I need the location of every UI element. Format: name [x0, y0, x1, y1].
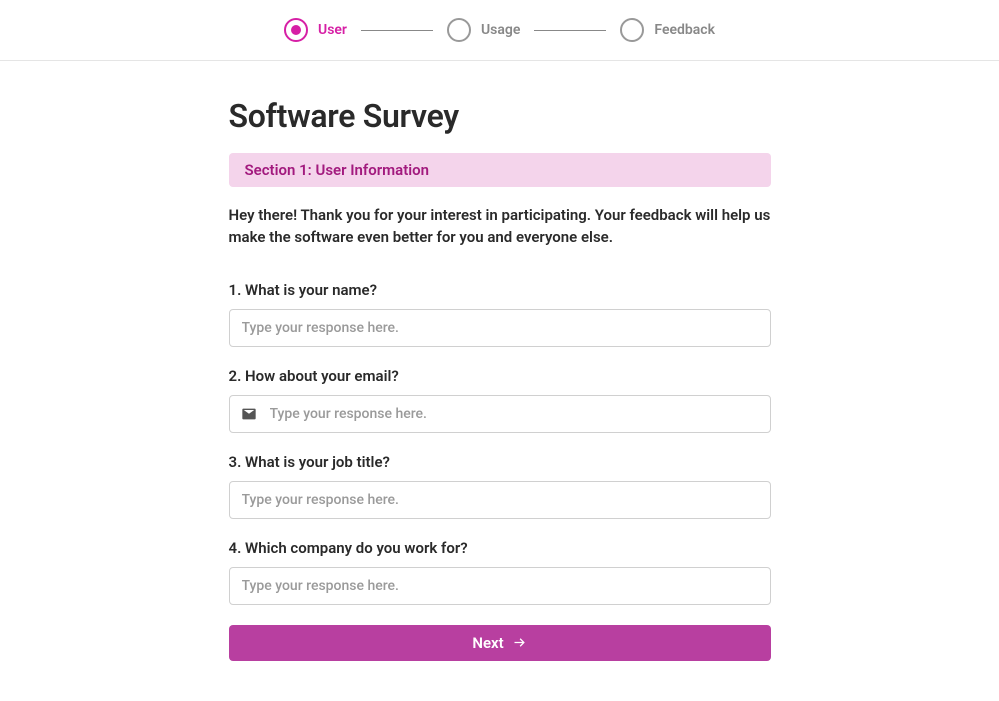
- next-button[interactable]: Next: [229, 625, 771, 661]
- step-circle-icon: [447, 18, 471, 42]
- email-input[interactable]: [229, 395, 771, 433]
- question-label: 2. How about your email?: [229, 367, 771, 385]
- question-label: 3. What is your job title?: [229, 453, 771, 471]
- step-label: User: [318, 22, 347, 38]
- question-name: 1. What is your name?: [229, 281, 771, 347]
- question-label: 4. Which company do you work for?: [229, 539, 771, 557]
- section-banner: Section 1: User Information: [229, 153, 771, 187]
- intro-text: Hey there! Thank you for your interest i…: [229, 205, 771, 249]
- step-circle-icon: [284, 18, 308, 42]
- stepper: User Usage Feedback: [0, 18, 999, 42]
- step-user[interactable]: User: [284, 18, 347, 42]
- page-title: Software Survey: [229, 97, 771, 135]
- mail-icon: [241, 406, 257, 422]
- step-label: Feedback: [654, 22, 715, 38]
- step-usage[interactable]: Usage: [447, 18, 520, 42]
- job-title-input[interactable]: [229, 481, 771, 519]
- name-input[interactable]: [229, 309, 771, 347]
- next-button-label: Next: [472, 634, 503, 652]
- question-company: 4. Which company do you work for?: [229, 539, 771, 605]
- step-connector: [534, 30, 606, 31]
- step-label: Usage: [481, 22, 520, 38]
- step-feedback[interactable]: Feedback: [620, 18, 715, 42]
- step-connector: [361, 30, 433, 31]
- stepper-container: User Usage Feedback: [0, 0, 999, 61]
- arrow-right-icon: [512, 635, 527, 650]
- question-label: 1. What is your name?: [229, 281, 771, 299]
- company-input[interactable]: [229, 567, 771, 605]
- question-job-title: 3. What is your job title?: [229, 453, 771, 519]
- step-circle-icon: [620, 18, 644, 42]
- question-email: 2. How about your email?: [229, 367, 771, 433]
- survey-content: Software Survey Section 1: User Informat…: [229, 61, 771, 701]
